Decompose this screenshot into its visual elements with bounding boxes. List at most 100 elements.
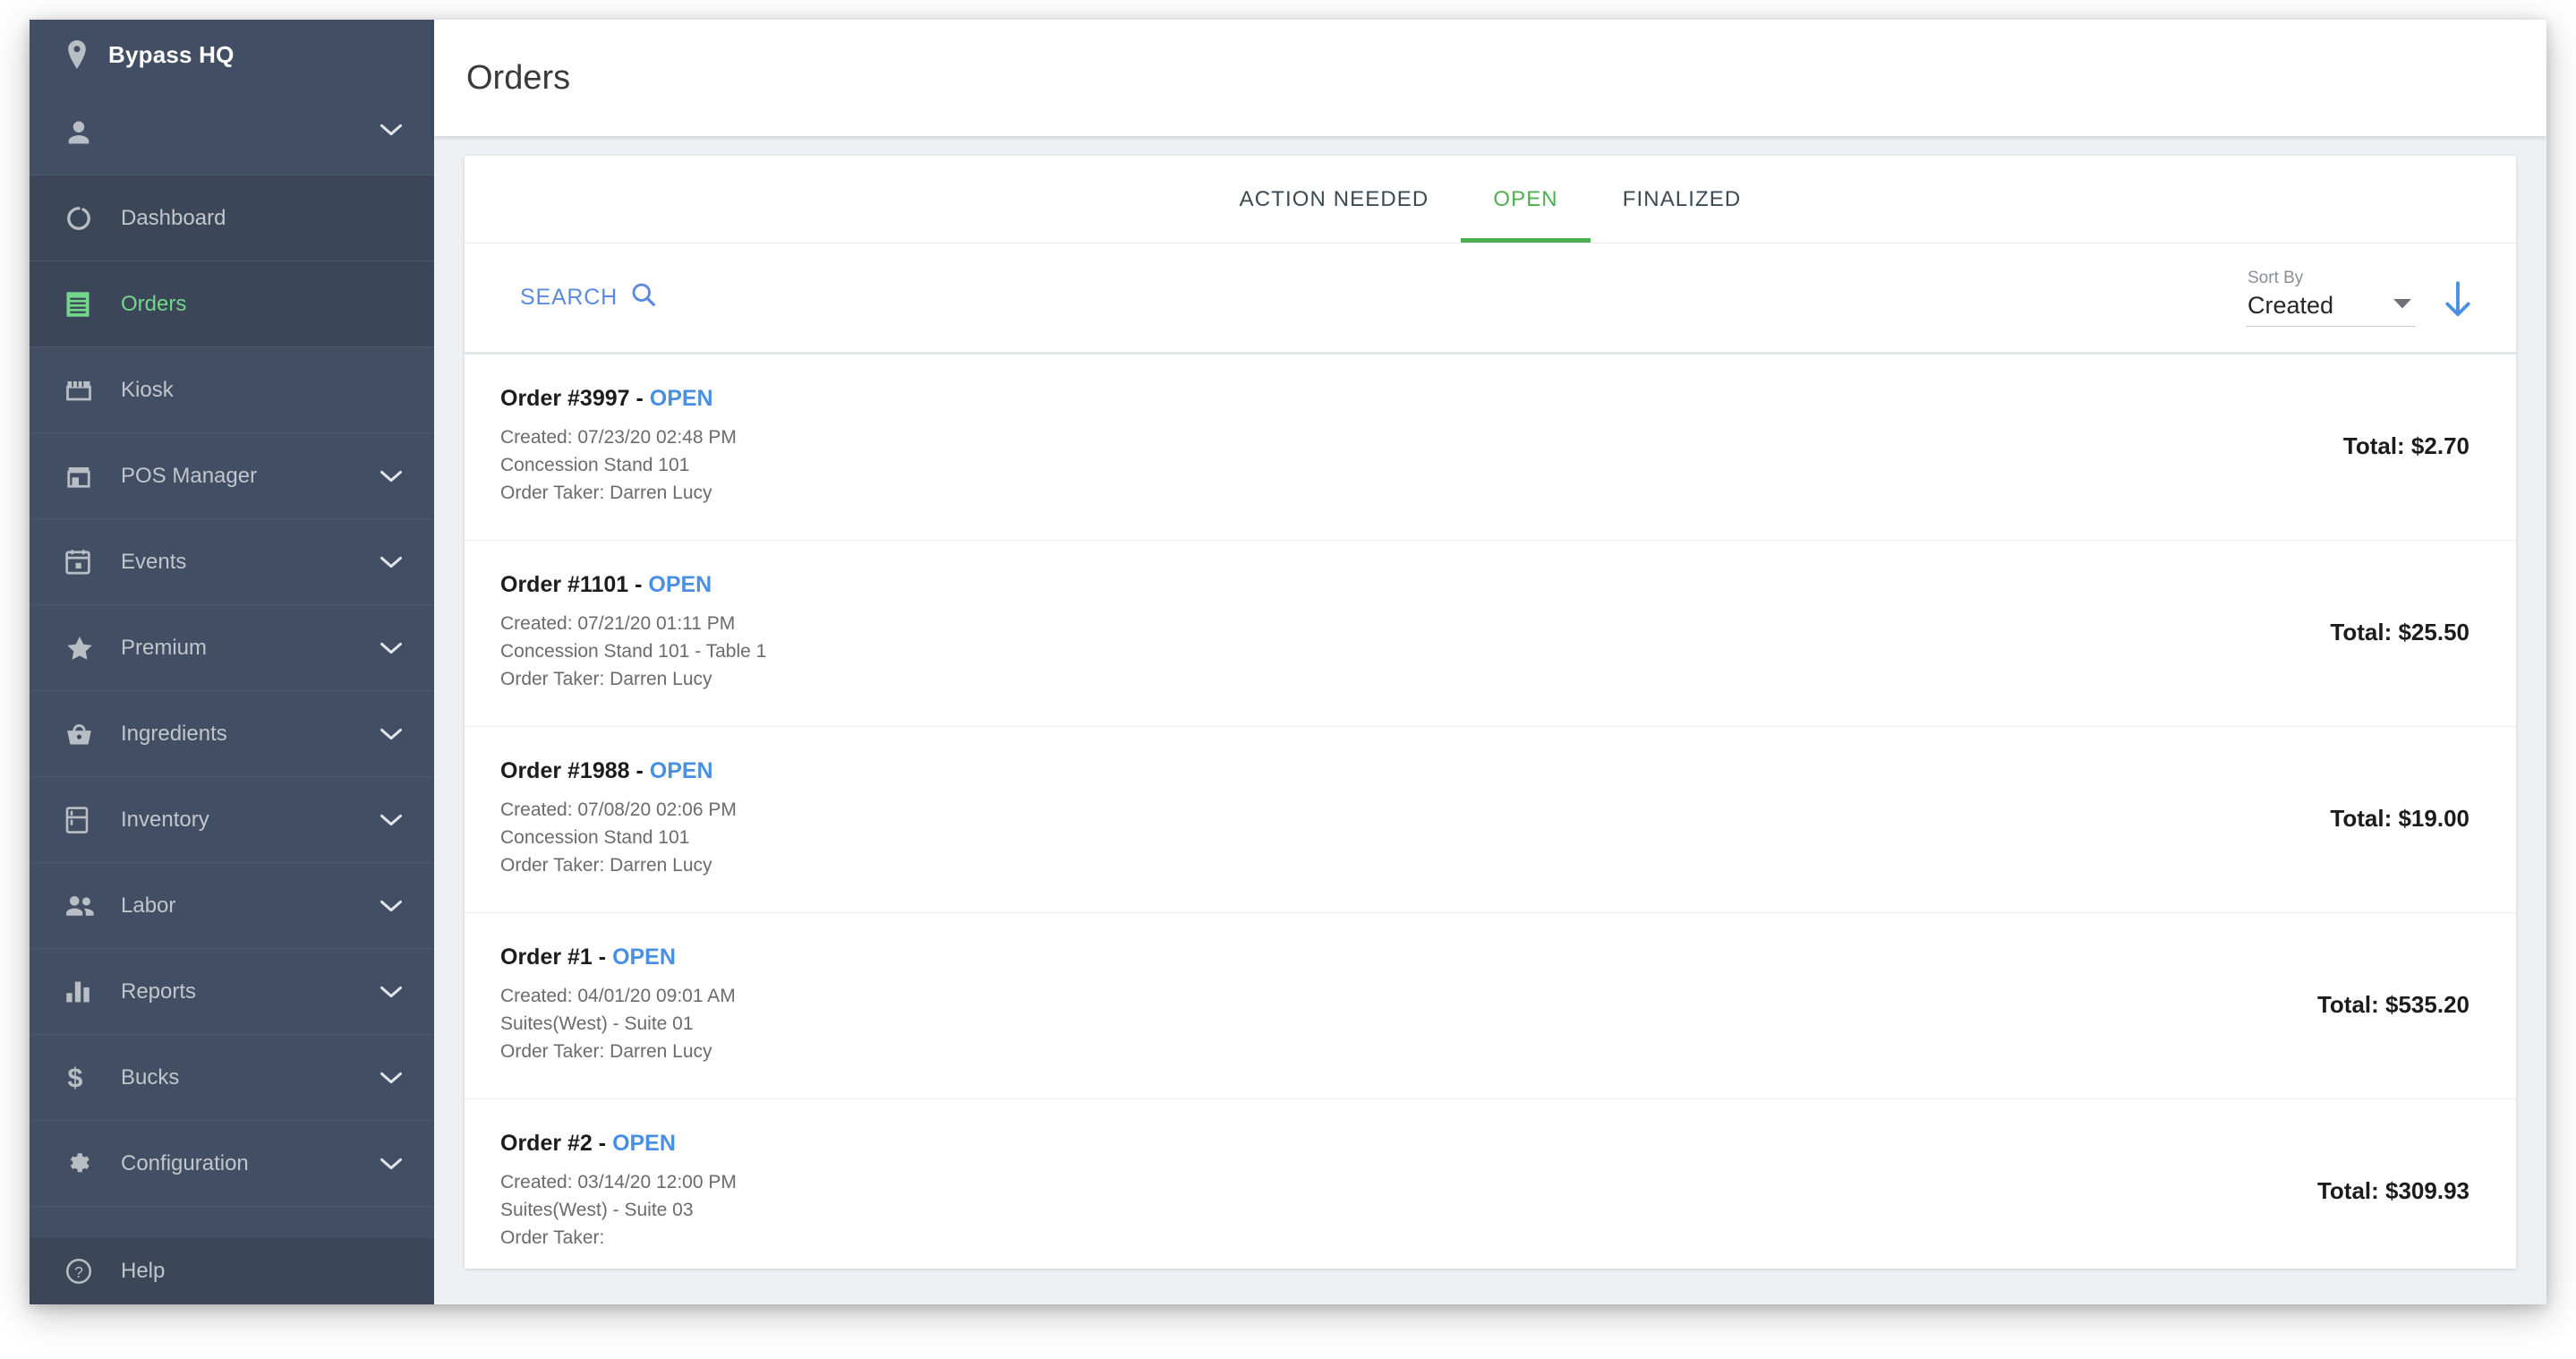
order-number: Order #3997 -	[500, 385, 650, 411]
order-taker: Order Taker:	[500, 1227, 605, 1249]
order-total: Total: $535.20	[2316, 991, 2469, 1018]
table-row[interactable]: Order #3997 - OPEN Created: 07/23/20 02:…	[465, 355, 2516, 541]
order-taker: Order Taker: Darren Lucy	[500, 855, 712, 876]
receipt-icon	[65, 291, 99, 318]
sidebar-item-pos-manager[interactable]: POS Manager	[30, 433, 434, 519]
tab-open[interactable]: OPEN	[1461, 156, 1591, 243]
sort-by-value: Created	[2248, 292, 2334, 319]
page-title: Orders	[466, 58, 571, 97]
sidebar-item-events[interactable]: Events	[30, 519, 434, 605]
search-button[interactable]: SEARCH	[516, 274, 661, 321]
order-number: Order #1 -	[500, 944, 613, 970]
order-info: Order #1988 - OPEN Created: 07/08/20 02:…	[500, 758, 2294, 880]
order-title: Order #1101 - OPEN	[500, 572, 2294, 598]
order-location: Suites(West) - Suite 01	[500, 1013, 694, 1034]
sidebar-item-help[interactable]: ? Help	[30, 1238, 434, 1304]
main-content: Orders ACTION NEEDED OPEN FINALIZED SEAR…	[434, 20, 2546, 1304]
arrow-down-icon	[2443, 279, 2473, 323]
sort-direction-toggle[interactable]	[2443, 279, 2473, 327]
sidebar: Bypass HQ Dashboard Orders Kiosk POS Man…	[30, 20, 434, 1304]
chevron-down-icon	[379, 812, 404, 828]
order-total: Total: $19.00	[2330, 805, 2469, 832]
status-badge: OPEN	[648, 571, 712, 597]
caret-down-icon	[2393, 297, 2412, 314]
tab-action-needed[interactable]: ACTION NEEDED	[1207, 156, 1462, 243]
sidebar-item-label: Events	[121, 549, 187, 574]
sidebar-item-premium[interactable]: Premium	[30, 605, 434, 691]
status-badge: OPEN	[649, 385, 713, 411]
order-total: Total: $2.70	[2342, 432, 2469, 459]
basket-icon	[65, 722, 99, 747]
star-icon	[65, 635, 99, 662]
order-created: Created: 07/23/20 02:48 PM	[500, 426, 737, 448]
order-taker: Order Taker: Darren Lucy	[500, 483, 712, 504]
person-icon	[65, 119, 99, 146]
sidebar-item-dashboard[interactable]: Dashboard	[30, 175, 434, 261]
chevron-down-icon	[379, 1156, 404, 1172]
order-taker: Order Taker: Darren Lucy	[500, 669, 712, 690]
chevron-down-icon	[379, 640, 404, 656]
chevron-down-icon	[379, 468, 404, 484]
calendar-icon	[65, 549, 99, 575]
people-icon	[65, 895, 99, 917]
order-info: Order #3997 - OPEN Created: 07/23/20 02:…	[500, 386, 2307, 508]
table-row[interactable]: Order #1101 - OPEN Created: 07/21/20 01:…	[465, 541, 2516, 727]
order-created: Created: 07/08/20 02:06 PM	[500, 799, 737, 820]
content-area: ACTION NEEDED OPEN FINALIZED SEARCH Sort…	[434, 136, 2546, 1304]
order-location: Concession Stand 101	[500, 826, 690, 848]
order-created: Created: 03/14/20 12:00 PM	[500, 1171, 737, 1192]
status-badge: OPEN	[612, 944, 676, 970]
dashboard-donut-icon	[65, 205, 99, 232]
sidebar-item-reports[interactable]: Reports	[30, 949, 434, 1035]
svg-text:?: ?	[74, 1263, 83, 1281]
order-total: Total: $309.93	[2316, 1177, 2469, 1204]
brand-header[interactable]: Bypass HQ	[30, 20, 434, 90]
sidebar-item-label: Kiosk	[121, 377, 174, 402]
order-total: Total: $25.50	[2330, 619, 2469, 645]
fridge-icon	[65, 806, 99, 833]
orders-card: ACTION NEEDED OPEN FINALIZED SEARCH Sort…	[465, 156, 2516, 1269]
table-row[interactable]: Order #1 - OPEN Created: 04/01/20 09:01 …	[465, 913, 2516, 1099]
chevron-down-icon	[379, 1070, 404, 1086]
sidebar-item-configuration[interactable]: Configuration	[30, 1121, 434, 1207]
sidebar-item-kiosk[interactable]: Kiosk	[30, 347, 434, 433]
sidebar-item-label: Orders	[121, 291, 187, 316]
storefront-icon	[65, 379, 99, 402]
order-number: Order #1101 -	[500, 571, 649, 597]
order-number: Order #2 -	[500, 1130, 613, 1156]
sidebar-item-label: Configuration	[121, 1150, 249, 1175]
sidebar-item-label: Premium	[121, 635, 208, 660]
sidebar-item-bucks[interactable]: $ Bucks	[30, 1035, 434, 1121]
sort-by-select[interactable]: Created	[2246, 292, 2416, 327]
sidebar-item-orders[interactable]: Orders	[30, 261, 434, 347]
gear-icon	[65, 1150, 99, 1177]
sidebar-item-label: Labor	[121, 893, 176, 918]
sidebar-item-label: Help	[121, 1259, 166, 1283]
sidebar-item-inventory[interactable]: Inventory	[30, 777, 434, 863]
order-info: Order #2 - OPEN Created: 03/14/20 12:00 …	[500, 1131, 2282, 1252]
chevron-down-icon	[379, 726, 404, 742]
order-created: Created: 04/01/20 09:01 AM	[500, 985, 736, 1006]
table-row[interactable]: Order #2 - OPEN Created: 03/14/20 12:00 …	[465, 1099, 2516, 1269]
status-badge: OPEN	[612, 1130, 676, 1156]
order-title: Order #1988 - OPEN	[500, 758, 2294, 784]
order-title: Order #3997 - OPEN	[500, 386, 2307, 412]
order-number: Order #1988 -	[500, 757, 650, 783]
account-selector[interactable]	[30, 90, 434, 175]
chevron-down-icon	[379, 984, 404, 1000]
status-badge: OPEN	[649, 757, 713, 783]
svg-text:$: $	[67, 1064, 82, 1092]
order-created: Created: 07/21/20 01:11 PM	[500, 612, 736, 634]
order-status-tabs: ACTION NEEDED OPEN FINALIZED	[465, 156, 2516, 244]
location-pin-icon	[65, 40, 89, 69]
filter-bar: SEARCH Sort By Created	[465, 244, 2516, 355]
order-info: Order #1 - OPEN Created: 04/01/20 09:01 …	[500, 944, 2282, 1066]
sidebar-item-ingredients[interactable]: Ingredients	[30, 691, 434, 777]
sort-by-label: Sort By	[2248, 269, 2304, 287]
application-window: Bypass HQ Dashboard Orders Kiosk POS Man…	[30, 20, 2546, 1304]
table-row[interactable]: Order #1988 - OPEN Created: 07/08/20 02:…	[465, 727, 2516, 913]
sort-controls: Sort By Created	[2246, 269, 2473, 327]
tab-finalized[interactable]: FINALIZED	[1591, 156, 1774, 243]
chevron-down-icon	[379, 554, 404, 570]
sidebar-item-labor[interactable]: Labor	[30, 863, 434, 949]
